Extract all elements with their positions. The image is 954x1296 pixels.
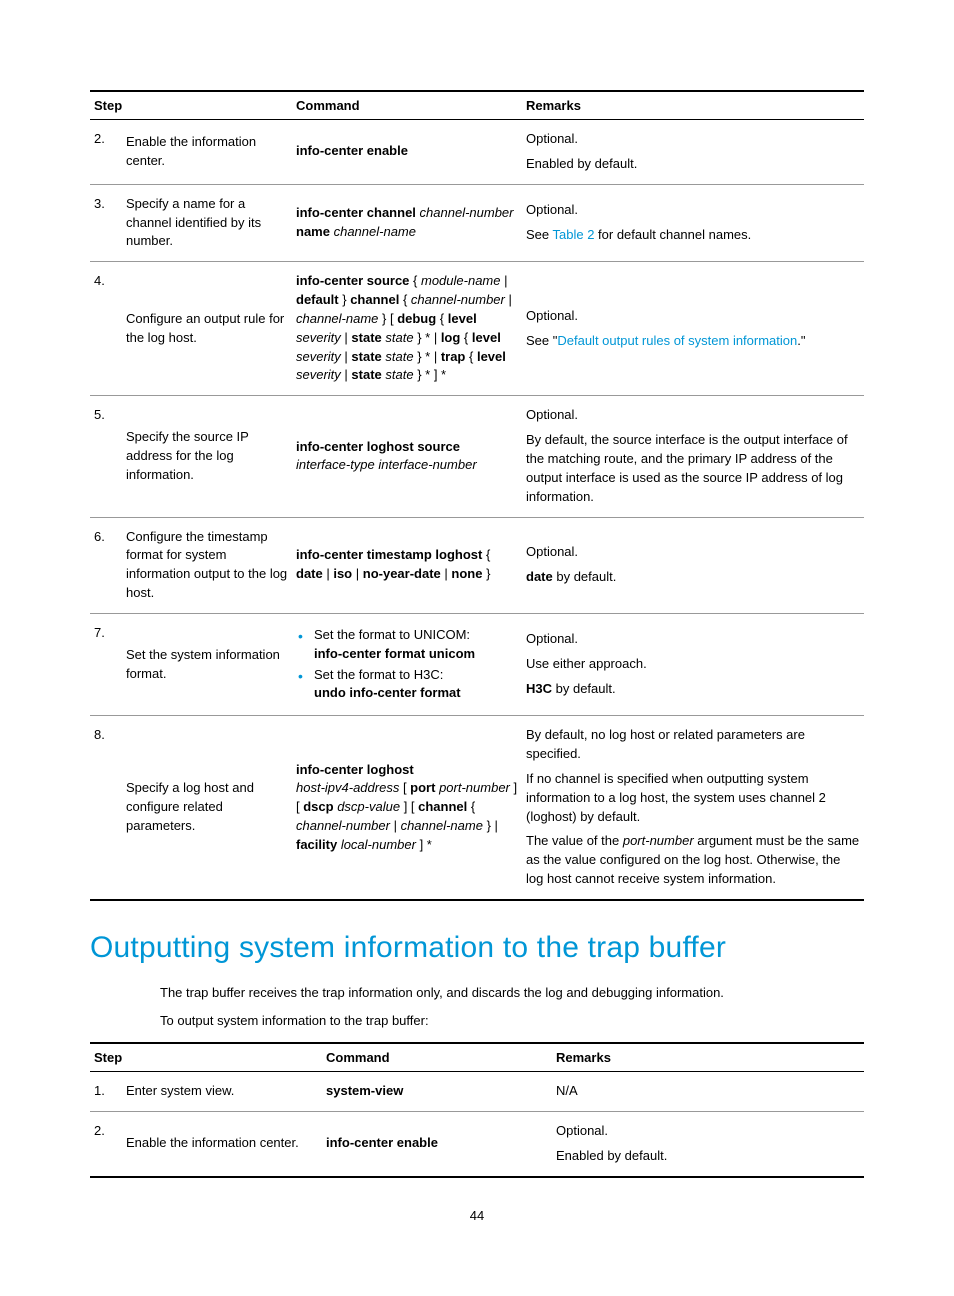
default-rules-link[interactable]: Default output rules of system informati… [557, 333, 797, 348]
step-desc: Specify a log host and configure related… [122, 716, 292, 900]
step-desc: Enable the information center. [122, 1111, 322, 1176]
step-number: 4. [90, 262, 122, 396]
table-row: 6. Configure the timestamp format for sy… [90, 517, 864, 613]
step-command: info-center loghost sourceinterface-type… [292, 396, 522, 517]
step-remarks: N/A [552, 1072, 864, 1112]
step-remarks: Optional. See "Default output rules of s… [522, 262, 864, 396]
step-number: 1. [90, 1072, 122, 1112]
step-number: 3. [90, 184, 122, 262]
step-desc: Configure an output rule for the log hos… [122, 262, 292, 396]
step-desc: Configure the timestamp format for syste… [122, 517, 292, 613]
step-command: info-center timestamp loghost { date | i… [292, 517, 522, 613]
col-step: Step [90, 91, 292, 120]
col-command: Command [292, 91, 522, 120]
config-steps-table: Step Command Remarks 2. Enable the infor… [90, 90, 864, 901]
table-row: 4. Configure an output rule for the log … [90, 262, 864, 396]
step-command: info-center enable [322, 1111, 552, 1176]
intro-para-1: The trap buffer receives the trap inform… [160, 983, 864, 1003]
step-number: 2. [90, 1111, 122, 1176]
list-item: Set the format to H3C:undo info-center f… [314, 666, 518, 704]
table-row: 7. Set the system information format. Se… [90, 613, 864, 715]
step-remarks: Optional. Use either approach. H3C by de… [522, 613, 864, 715]
table-row: 5. Specify the source IP address for the… [90, 396, 864, 517]
table-row: 8. Specify a log host and configure rela… [90, 716, 864, 900]
step-remarks: Optional. Enabled by default. [552, 1111, 864, 1176]
step-desc: Enter system view. [122, 1072, 322, 1112]
step-command: info-center loghost host-ipv4-address [ … [292, 716, 522, 900]
step-remarks: Optional. By default, the source interfa… [522, 396, 864, 517]
col-step: Step [90, 1043, 322, 1072]
step-remarks: By default, no log host or related param… [522, 716, 864, 900]
step-command: Set the format to UNICOM:info-center for… [292, 613, 522, 715]
table-row: 1. Enter system view. system-view N/A [90, 1072, 864, 1112]
col-remarks: Remarks [552, 1043, 864, 1072]
section-heading: Outputting system information to the tra… [90, 931, 864, 965]
col-command: Command [322, 1043, 552, 1072]
step-number: 8. [90, 716, 122, 900]
col-remarks: Remarks [522, 91, 864, 120]
table-row: 3. Specify a name for a channel identifi… [90, 184, 864, 262]
table-row: 2. Enable the information center. info-c… [90, 120, 864, 185]
list-item: Set the format to UNICOM:info-center for… [314, 626, 518, 664]
step-number: 6. [90, 517, 122, 613]
table-row: 2. Enable the information center. info-c… [90, 1111, 864, 1176]
step-command: info-center enable [292, 120, 522, 185]
step-remarks: Optional. See Table 2 for default channe… [522, 184, 864, 262]
step-remarks: Optional. date by default. [522, 517, 864, 613]
intro-para-2: To output system information to the trap… [160, 1011, 864, 1031]
step-command: info-center channel channel-number name … [292, 184, 522, 262]
step-remarks: Optional. Enabled by default. [522, 120, 864, 185]
step-number: 5. [90, 396, 122, 517]
trap-buffer-table: Step Command Remarks 1. Enter system vie… [90, 1042, 864, 1178]
table2-link[interactable]: Table 2 [553, 227, 595, 242]
step-command: system-view [322, 1072, 552, 1112]
step-number: 7. [90, 613, 122, 715]
step-command: info-center source { module-name | defau… [292, 262, 522, 396]
page-number: 44 [90, 1208, 864, 1223]
step-desc: Specify the source IP address for the lo… [122, 396, 292, 517]
step-desc: Enable the information center. [122, 120, 292, 185]
step-desc: Specify a name for a channel identified … [122, 184, 292, 262]
step-number: 2. [90, 120, 122, 185]
step-desc: Set the system information format. [122, 613, 292, 715]
